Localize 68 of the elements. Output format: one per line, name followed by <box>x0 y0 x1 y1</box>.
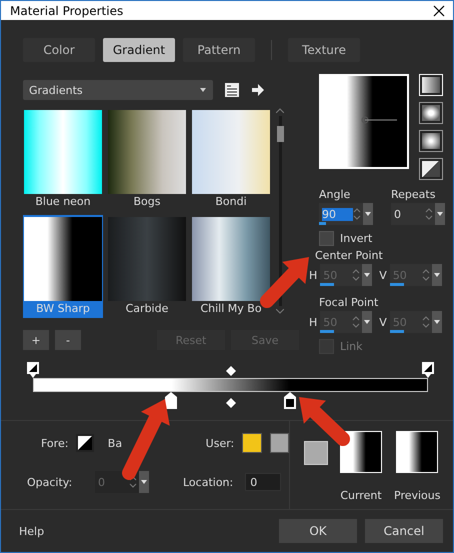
angle-handle-icon[interactable] <box>361 116 397 124</box>
current-preview <box>340 431 382 473</box>
scroll-up-icon[interactable] <box>276 108 284 113</box>
gradient-tile[interactable]: Carbide <box>107 215 187 318</box>
location-label: Location: <box>183 476 234 488</box>
opacity-label: Opacity: <box>27 476 74 488</box>
scroll-down-icon[interactable] <box>276 309 284 314</box>
gradient-style-button[interactable] <box>419 130 443 152</box>
previous-label: Previous <box>394 489 440 502</box>
previous-preview <box>396 431 438 473</box>
gradient-tile[interactable]: Chill My Bo <box>191 215 271 318</box>
caret-icon[interactable] <box>363 203 373 225</box>
fore-label: Fore: <box>41 436 68 450</box>
library-dropdown[interactable]: Gradients <box>23 80 213 100</box>
dialog-button[interactable]: OK <box>279 519 357 543</box>
caret-icon <box>199 87 207 93</box>
h-label: H <box>309 316 318 328</box>
spin-field[interactable]: 0 <box>391 203 445 225</box>
opacity-stop-icon[interactable] <box>422 362 434 378</box>
gradient-preview[interactable] <box>319 74 409 169</box>
focal-point-label: Focal Point <box>319 296 380 309</box>
gradient-tile[interactable]: Bondi <box>191 108 271 211</box>
gradient-tile[interactable]: Bogs <box>107 108 187 211</box>
tab[interactable]: Pattern <box>183 38 255 62</box>
current-label: Current <box>340 489 382 502</box>
library-button[interactable]: - <box>55 330 81 350</box>
help-link[interactable]: Help <box>19 524 44 538</box>
tab[interactable]: Texture <box>288 38 360 62</box>
center-point-label: Center Point <box>315 249 384 262</box>
gradient-style-button[interactable] <box>419 102 443 124</box>
annotation-arrow <box>299 397 350 446</box>
repeats-label: Repeats <box>391 188 436 201</box>
tab[interactable]: Color <box>23 38 95 62</box>
color-stop-icon[interactable] <box>282 392 297 410</box>
link-label: Link <box>340 340 363 353</box>
gradient-tile[interactable]: Blue neon <box>23 108 103 211</box>
spin-arrows-icon[interactable] <box>353 207 361 221</box>
color-stop-icon[interactable] <box>164 392 178 410</box>
dialog-button[interactable]: Cancel <box>365 519 443 543</box>
angle-label: Angle <box>319 188 352 201</box>
h-label: H <box>309 268 318 282</box>
user-label: User: <box>206 436 234 450</box>
invert-checkbox[interactable] <box>319 231 334 246</box>
gradient-bar[interactable] <box>33 378 428 392</box>
midpoint-icon[interactable] <box>226 398 236 408</box>
opacity-stop-icon[interactable] <box>27 362 39 378</box>
v-label: V <box>379 316 387 328</box>
tab[interactable]: Gradient <box>103 38 175 62</box>
caret-icon[interactable] <box>435 203 445 225</box>
midpoint-icon[interactable] <box>226 366 236 376</box>
swatch-preview <box>304 441 328 465</box>
invert-label: Invert <box>340 232 372 245</box>
spin-arrows-icon[interactable] <box>425 207 433 221</box>
user-swatch[interactable] <box>270 433 289 453</box>
location-field[interactable]: 0 <box>245 473 282 491</box>
scroll-thumb[interactable] <box>276 126 284 142</box>
annotation-arrow <box>260 257 309 308</box>
list-view-icon[interactable] <box>225 83 239 97</box>
window-title: Material Properties <box>10 4 124 18</box>
user-swatch[interactable] <box>242 433 262 453</box>
fore-swatch-icon[interactable] <box>76 434 94 452</box>
close-icon[interactable] <box>433 4 445 16</box>
back-label: Ba <box>108 436 122 450</box>
right-arrow-icon[interactable] <box>251 84 265 96</box>
library-button[interactable]: + <box>23 330 49 350</box>
gradient-style-button[interactable] <box>419 158 443 180</box>
v-label: V <box>379 268 387 282</box>
scrollbar[interactable] <box>275 108 285 314</box>
